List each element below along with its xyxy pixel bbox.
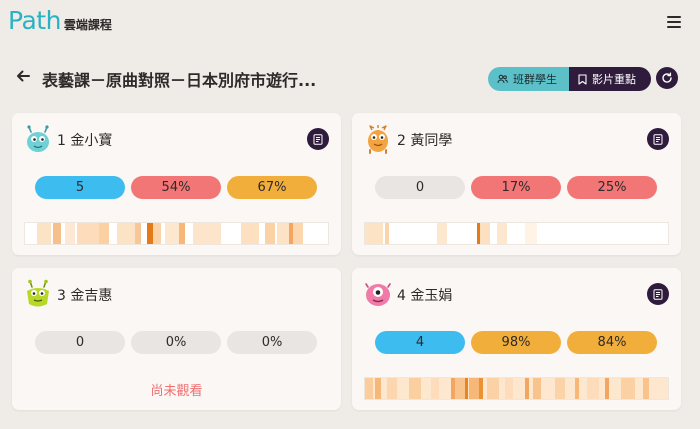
logo-subtitle: 雲端課程	[63, 18, 112, 32]
app-logo[interactable]: Path 雲端課程	[8, 6, 112, 35]
view-toggle: 班群學生 影片重點	[488, 67, 651, 91]
tab-video-highlights[interactable]: 影片重點	[569, 67, 651, 91]
logo-wordmark: Path	[8, 6, 61, 35]
stat-pill: 25%	[567, 176, 657, 199]
stat-pill: 4	[375, 331, 465, 354]
stat-pill: 0	[35, 331, 125, 354]
report-button[interactable]	[647, 128, 669, 150]
green-monster-icon	[27, 279, 49, 307]
stat-pill: 5	[35, 176, 125, 199]
teal-monster-icon	[27, 125, 49, 152]
stat-pill: 0%	[131, 331, 221, 354]
pink-monster-icon	[365, 283, 391, 306]
student-name: 3 金吉惠	[57, 288, 113, 304]
page-title: 表藝課－原曲對照－日本別府市遊行...	[42, 71, 317, 90]
bookmark-icon	[578, 73, 587, 85]
student-card[interactable]: 3 金吉惠 0 0% 0% 尚未觀看	[12, 268, 341, 410]
tab-class-students[interactable]: 班群學生	[488, 67, 569, 91]
refresh-icon	[662, 72, 672, 83]
top-bar: Path 雲端課程	[0, 0, 700, 48]
refresh-button[interactable]	[656, 67, 678, 89]
watch-heatmap	[24, 222, 329, 245]
stat-pill: 17%	[471, 176, 561, 199]
stat-pill: 98%	[471, 331, 561, 354]
document-icon	[653, 133, 663, 145]
tab-video-highlights-label: 影片重點	[592, 73, 636, 86]
student-card[interactable]: 1 金小寶 5 54% 67%	[12, 113, 341, 255]
stat-pill: 84%	[567, 331, 657, 354]
report-button[interactable]	[647, 283, 669, 305]
stat-pill: 67%	[227, 176, 317, 199]
stat-pill: 54%	[131, 176, 221, 199]
report-button[interactable]	[307, 128, 329, 150]
student-name: 1 金小寶	[57, 133, 113, 149]
watch-heatmap	[364, 222, 669, 245]
student-card[interactable]: 4 金玉娟 4 98% 84%	[352, 268, 681, 410]
stat-pills: 5 54% 67%	[35, 176, 317, 199]
student-name: 4 金玉娟	[397, 288, 453, 304]
document-icon	[653, 288, 663, 300]
stat-pills: 0 17% 25%	[375, 176, 657, 199]
not-watched-status: 尚未觀看	[150, 384, 203, 399]
tab-class-students-label: 班群學生	[513, 73, 557, 86]
orange-monster-icon	[368, 125, 388, 154]
student-card[interactable]: 2 黃同學 0 17% 25%	[352, 113, 681, 255]
stat-pills: 4 98% 84%	[375, 331, 657, 354]
stat-pills: 0 0% 0%	[35, 331, 317, 354]
back-arrow-icon[interactable]	[15, 68, 31, 84]
stat-pill: 0%	[227, 331, 317, 354]
hamburger-menu-icon[interactable]	[667, 16, 681, 28]
student-name: 2 黃同學	[397, 133, 453, 149]
stat-pill: 0	[375, 176, 465, 199]
watch-heatmap	[364, 377, 669, 400]
document-icon	[313, 133, 323, 145]
people-icon	[497, 74, 508, 84]
